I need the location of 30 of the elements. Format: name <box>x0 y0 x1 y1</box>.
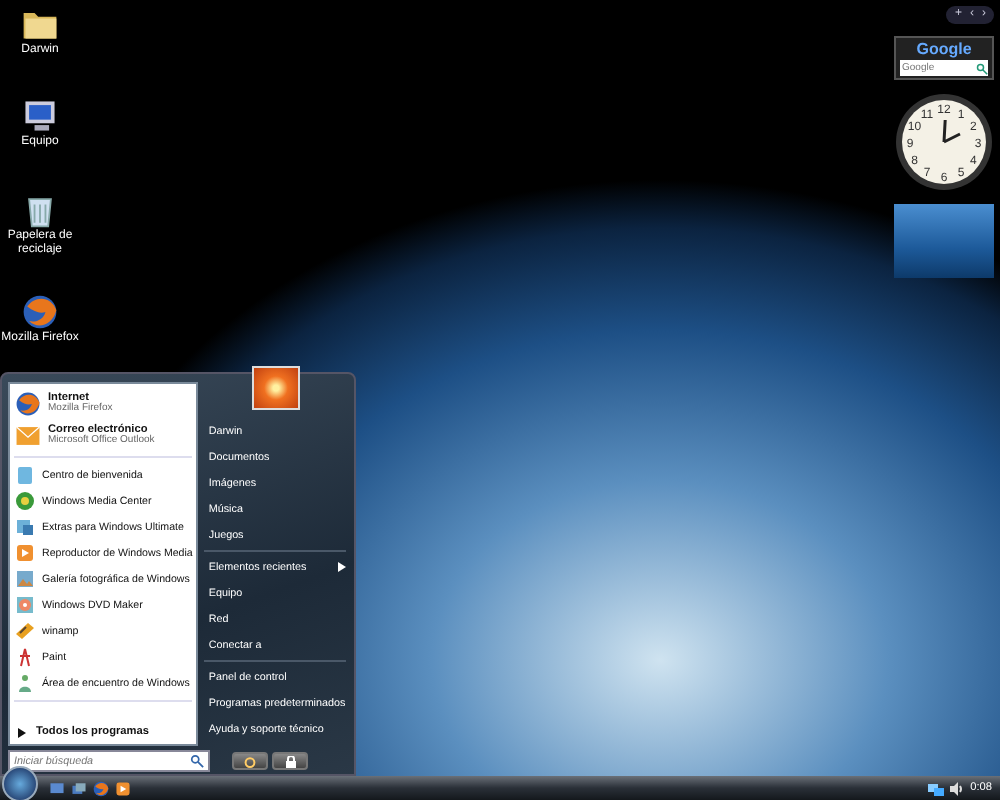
play-icon <box>14 542 36 564</box>
globe-icon[interactable] <box>92 779 110 797</box>
start-button[interactable] <box>2 766 38 800</box>
arrow-icon <box>18 727 26 737</box>
search-logo: Google <box>916 40 972 60</box>
picture-icon <box>14 568 36 590</box>
disc-icon <box>14 594 36 616</box>
lock-icon <box>285 755 295 767</box>
photo-placeholder <box>894 204 994 278</box>
globe-icon <box>20 292 60 332</box>
user-picture <box>251 366 300 410</box>
speaker-icon[interactable] <box>950 781 965 795</box>
desktop-icon[interactable] <box>48 779 66 797</box>
window-icon <box>14 516 36 538</box>
circle-icon <box>14 490 36 512</box>
power-button[interactable] <box>232 752 268 770</box>
lock-button[interactable] <box>272 752 308 770</box>
globe-icon <box>14 390 42 418</box>
power-icon <box>244 755 256 767</box>
people-icon <box>14 672 36 694</box>
search-icon[interactable] <box>976 61 988 75</box>
submenu-arrow-icon <box>337 562 346 572</box>
window-icon <box>14 464 36 486</box>
search-icon[interactable] <box>190 754 204 768</box>
clock-hands <box>942 118 962 144</box>
monitor-icon <box>20 96 60 136</box>
envelope-icon <box>14 422 42 450</box>
network-icon <box>928 781 945 795</box>
play-icon[interactable] <box>114 779 132 797</box>
windows-stack-icon[interactable] <box>70 779 88 797</box>
